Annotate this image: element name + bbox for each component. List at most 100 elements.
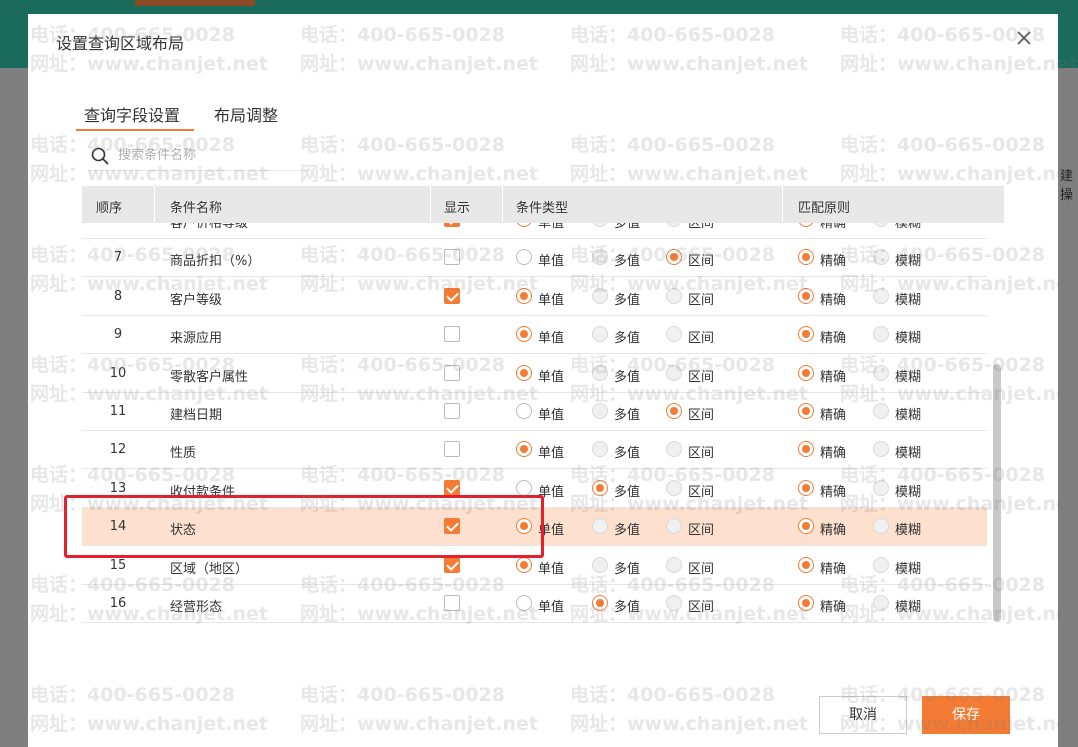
match-radio[interactable] bbox=[798, 249, 814, 266]
table-scrollbar[interactable] bbox=[993, 364, 1001, 622]
match-radio[interactable] bbox=[798, 223, 814, 227]
show-checkbox[interactable] bbox=[444, 403, 460, 419]
match-radio-label: 模糊 bbox=[895, 561, 922, 577]
type-radio[interactable] bbox=[516, 479, 532, 496]
match-radio-label: 精确 bbox=[820, 408, 847, 423]
type-radio[interactable] bbox=[666, 403, 682, 419]
match-radio[interactable] bbox=[873, 287, 889, 304]
table-row[interactable]: 11 建档日期 单值 多值 区间 精确 模糊 bbox=[82, 393, 987, 431]
match-radio[interactable] bbox=[798, 595, 814, 611]
table-header: 顺序 条件名称 显示 条件类型 匹配原则 bbox=[82, 186, 1004, 223]
type-radio[interactable] bbox=[516, 441, 532, 458]
type-radio[interactable] bbox=[592, 287, 608, 304]
type-radio[interactable] bbox=[666, 479, 682, 496]
show-checkbox[interactable] bbox=[444, 441, 460, 458]
match-radio-label: 模糊 bbox=[895, 408, 922, 423]
type-radio[interactable] bbox=[592, 364, 608, 381]
type-radio[interactable] bbox=[516, 287, 532, 304]
match-radio[interactable] bbox=[873, 223, 889, 227]
table-row[interactable]: 12 性质 单值 多值 区间 精确 模糊 bbox=[82, 431, 987, 470]
highlight-annotation-box bbox=[64, 495, 544, 558]
table-row[interactable]: 10 零散客户属性 单值 多值 区间 精确 模糊 bbox=[82, 355, 987, 393]
background-orange-button bbox=[135, 0, 255, 6]
type-radio[interactable] bbox=[516, 403, 532, 419]
show-checkbox[interactable] bbox=[444, 364, 460, 381]
table-row[interactable]: 8 客户等级 单值 多值 区间 精确 模糊 bbox=[82, 278, 987, 316]
show-checkbox[interactable] bbox=[444, 249, 460, 266]
search-input[interactable] bbox=[118, 145, 298, 165]
type-radio[interactable] bbox=[666, 326, 682, 343]
match-radio[interactable] bbox=[798, 441, 814, 458]
match-radio[interactable] bbox=[798, 287, 814, 304]
show-checkbox[interactable] bbox=[444, 595, 460, 611]
match-radio-label: 模糊 bbox=[895, 600, 922, 615]
type-radio-label: 单值 bbox=[538, 369, 565, 385]
match-radio[interactable] bbox=[873, 518, 889, 535]
type-radio-label: 区间 bbox=[688, 600, 715, 615]
match-radio-label: 模糊 bbox=[895, 254, 922, 270]
type-radio[interactable] bbox=[666, 595, 682, 611]
type-radio[interactable] bbox=[666, 249, 682, 266]
table-row[interactable]: 16 经营形态 单值 多值 区间 精确 模糊 bbox=[82, 585, 987, 623]
type-radio-label: 单值 bbox=[538, 254, 565, 270]
row-order: 12 bbox=[109, 442, 127, 458]
table-row[interactable]: 6 客户价格等级 单值 多值 区间 精确 模糊 bbox=[82, 223, 987, 239]
type-radio-label: 区间 bbox=[688, 561, 715, 577]
type-radio[interactable] bbox=[516, 326, 532, 343]
save-button[interactable]: 保存 bbox=[922, 696, 1010, 734]
match-radio[interactable] bbox=[873, 556, 889, 573]
match-radio[interactable] bbox=[873, 595, 889, 611]
match-radio[interactable] bbox=[873, 441, 889, 458]
header-match: 匹配原则 bbox=[798, 201, 851, 216]
type-radio[interactable] bbox=[516, 364, 532, 381]
type-radio[interactable] bbox=[592, 441, 608, 458]
match-radio[interactable] bbox=[798, 326, 814, 343]
type-radio-label: 多值 bbox=[614, 292, 641, 308]
tab-field-settings[interactable]: 查询字段设置 bbox=[84, 102, 180, 126]
type-radio[interactable] bbox=[516, 249, 532, 266]
search-icon[interactable] bbox=[90, 146, 110, 166]
table-row[interactable]: 9 来源应用 单值 多值 区间 精确 模糊 bbox=[82, 316, 987, 355]
type-radio[interactable] bbox=[666, 364, 682, 381]
match-radio[interactable] bbox=[798, 556, 814, 573]
match-radio-label: 精确 bbox=[820, 600, 847, 615]
match-radio[interactable] bbox=[798, 518, 814, 535]
match-radio[interactable] bbox=[873, 479, 889, 496]
type-radio[interactable] bbox=[666, 287, 682, 304]
type-radio-label: 区间 bbox=[688, 331, 715, 347]
close-icon[interactable] bbox=[1014, 28, 1034, 48]
match-radio[interactable] bbox=[873, 403, 889, 419]
type-radio[interactable] bbox=[666, 441, 682, 458]
row-order: 16 bbox=[109, 596, 127, 611]
table-row[interactable]: 7 商品折扣（%） 单值 多值 区间 精确 模糊 bbox=[82, 239, 987, 278]
type-radio[interactable] bbox=[516, 223, 532, 227]
match-radio[interactable] bbox=[798, 364, 814, 381]
type-radio[interactable] bbox=[592, 249, 608, 266]
match-radio[interactable] bbox=[873, 249, 889, 266]
tab-layout-adjust[interactable]: 布局调整 bbox=[214, 102, 278, 126]
type-radio[interactable] bbox=[592, 556, 608, 573]
type-radio[interactable] bbox=[666, 518, 682, 535]
match-radio[interactable] bbox=[873, 364, 889, 381]
cancel-button[interactable]: 取消 bbox=[819, 696, 907, 734]
match-radio[interactable] bbox=[798, 479, 814, 496]
show-checkbox[interactable] bbox=[444, 326, 460, 343]
type-radio[interactable] bbox=[592, 223, 608, 227]
show-checkbox[interactable] bbox=[444, 556, 460, 573]
type-radio[interactable] bbox=[592, 479, 608, 496]
show-checkbox[interactable] bbox=[444, 223, 460, 227]
type-radio[interactable] bbox=[516, 595, 532, 611]
show-checkbox[interactable] bbox=[444, 479, 460, 496]
type-radio[interactable] bbox=[666, 556, 682, 573]
match-radio[interactable] bbox=[798, 403, 814, 419]
type-radio[interactable] bbox=[592, 403, 608, 419]
type-radio[interactable] bbox=[592, 595, 608, 611]
type-radio[interactable] bbox=[666, 223, 682, 227]
type-radio[interactable] bbox=[592, 326, 608, 343]
show-checkbox[interactable] bbox=[444, 287, 460, 304]
header-show: 显示 bbox=[444, 201, 471, 216]
match-radio[interactable] bbox=[873, 326, 889, 343]
type-radio[interactable] bbox=[516, 556, 532, 573]
type-radio[interactable] bbox=[592, 518, 608, 535]
type-radio-label: 区间 bbox=[688, 484, 715, 500]
